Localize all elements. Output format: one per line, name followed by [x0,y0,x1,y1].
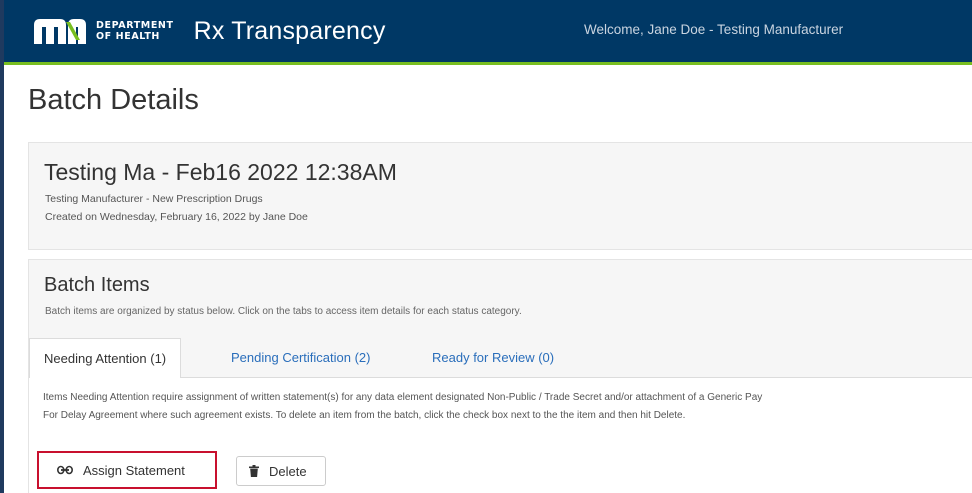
needing-attention-panel: Items Needing Attention require assignme… [29,378,972,493]
mn-logo-icon [34,19,86,44]
panel-instructions-line1: Items Needing Attention require assignme… [43,392,763,403]
tab-needing-attention[interactable]: Needing Attention (1) [29,338,182,379]
tab-pending-certification[interactable]: Pending Certification (2) [231,338,370,378]
batch-items-card: Batch Items Batch items are organized by… [28,259,972,493]
welcome-text: Welcome, Jane Doe - Testing Manufacturer [584,22,844,37]
assign-statement-button[interactable]: Assign Statement [37,451,217,489]
logo-text: DEPARTMENT OF HEALTH [96,20,174,42]
app-header: DEPARTMENT OF HEALTH Rx Transparency Wel… [4,0,972,62]
assign-statement-label: Assign Statement [83,462,185,478]
mdh-logo: DEPARTMENT OF HEALTH [32,16,174,46]
page-title: Batch Details [28,84,199,116]
delete-button[interactable]: Delete [236,456,326,486]
header-accent-bar [4,62,972,65]
batch-name: Testing Ma - Feb16 2022 12:38AM [44,159,397,185]
batch-created: Created on Wednesday, February 16, 2022 … [45,211,308,223]
batch-summary-card: Testing Ma - Feb16 2022 12:38AM Testing … [28,142,972,250]
link-icon [57,465,73,475]
logo-line2: OF HEALTH [96,31,160,42]
trash-icon [249,465,259,477]
status-tabs: Needing Attention (1) Pending Certificat… [29,338,972,379]
batch-items-title: Batch Items [44,274,150,296]
batch-subtitle: Testing Manufacturer - New Prescription … [45,193,263,205]
logo-line1: DEPARTMENT [96,20,174,31]
batch-items-description: Batch items are organized by status belo… [45,306,522,317]
window-left-border [0,0,4,493]
delete-label: Delete [269,463,307,479]
panel-instructions-line2: For Delay Agreement where such agreement… [43,410,686,421]
app-title[interactable]: Rx Transparency [194,17,386,46]
tab-ready-for-review[interactable]: Ready for Review (0) [432,338,554,378]
